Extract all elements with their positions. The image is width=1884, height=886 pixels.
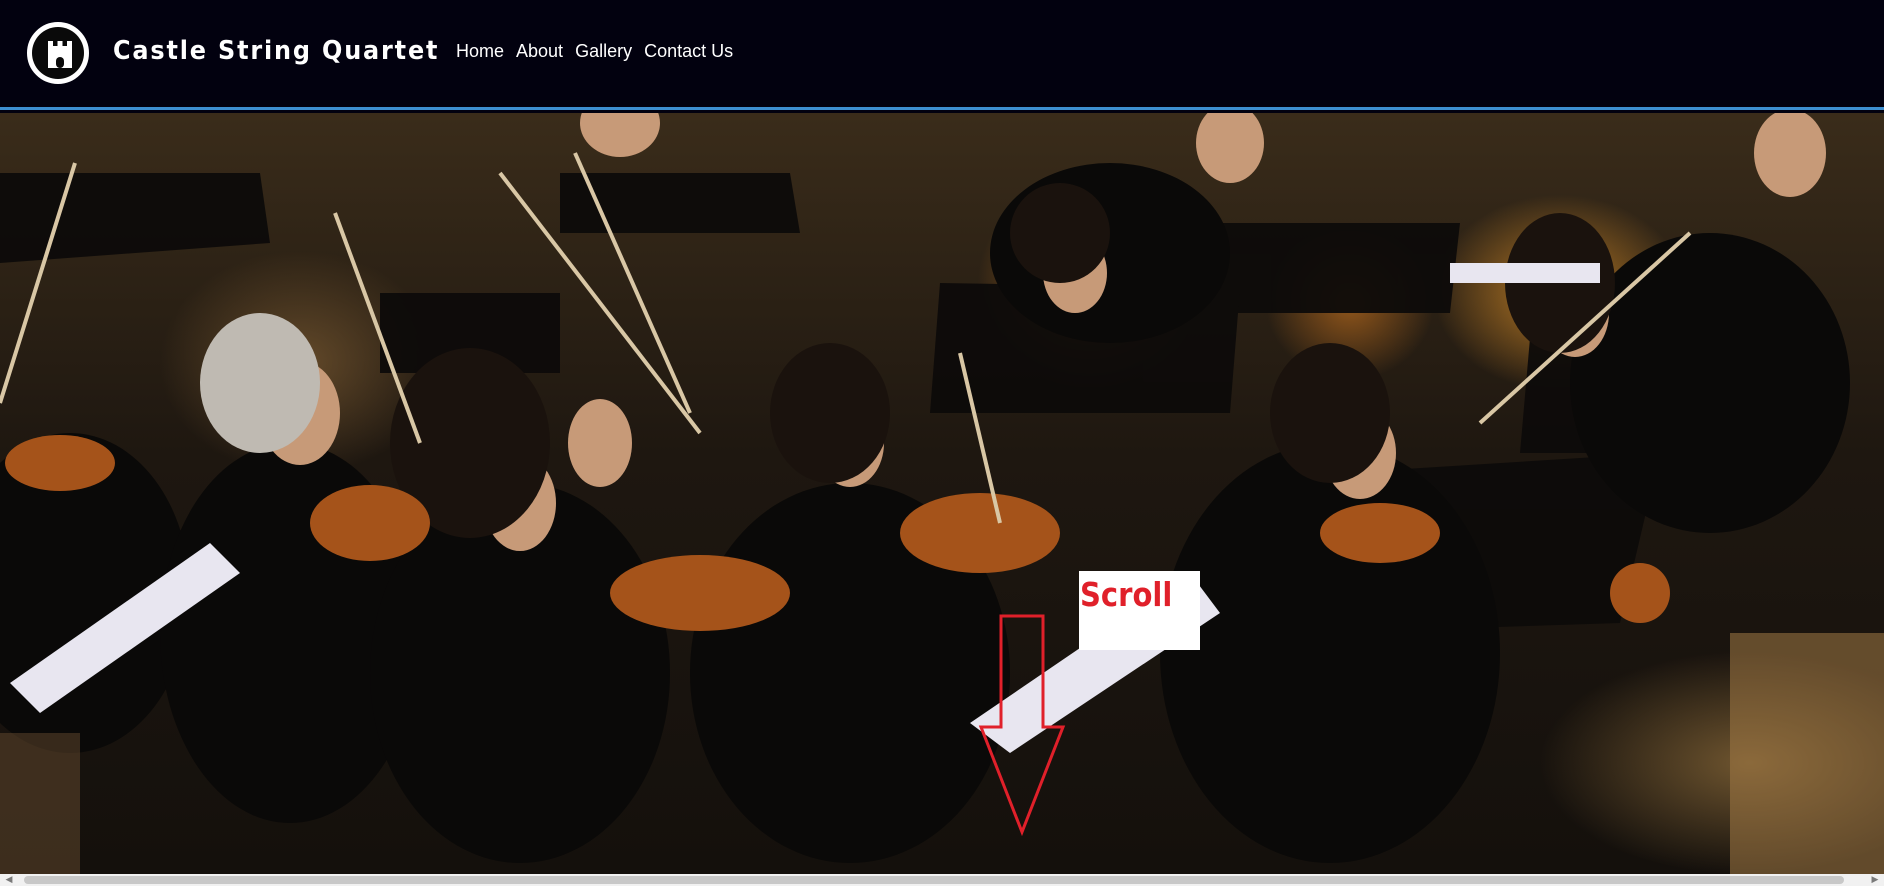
site-header: Castle String Quartet Home About Gallery… [0, 0, 1884, 110]
site-title[interactable]: Castle String Quartet [113, 36, 439, 66]
horizontal-scrollbar[interactable]: ◀ ▶ [0, 874, 1884, 886]
nav-contact-link[interactable]: Contact Us [644, 41, 733, 62]
main-nav: Home About Gallery Contact Us [456, 41, 733, 62]
castle-icon [48, 41, 72, 68]
chevron-left-icon[interactable]: ◀ [2, 874, 16, 886]
down-arrow-icon [978, 614, 1066, 837]
orchestra-photo-illustration [0, 113, 1884, 874]
nav-gallery-link[interactable]: Gallery [575, 41, 632, 62]
scroll-annotation-label: Scroll [1080, 575, 1173, 614]
hero-image [0, 113, 1884, 874]
scrollbar-thumb[interactable] [24, 876, 1844, 884]
nav-home-link[interactable]: Home [456, 41, 504, 62]
chevron-right-icon[interactable]: ▶ [1868, 874, 1882, 886]
nav-about-link[interactable]: About [516, 41, 563, 62]
castle-logo[interactable] [27, 22, 89, 84]
